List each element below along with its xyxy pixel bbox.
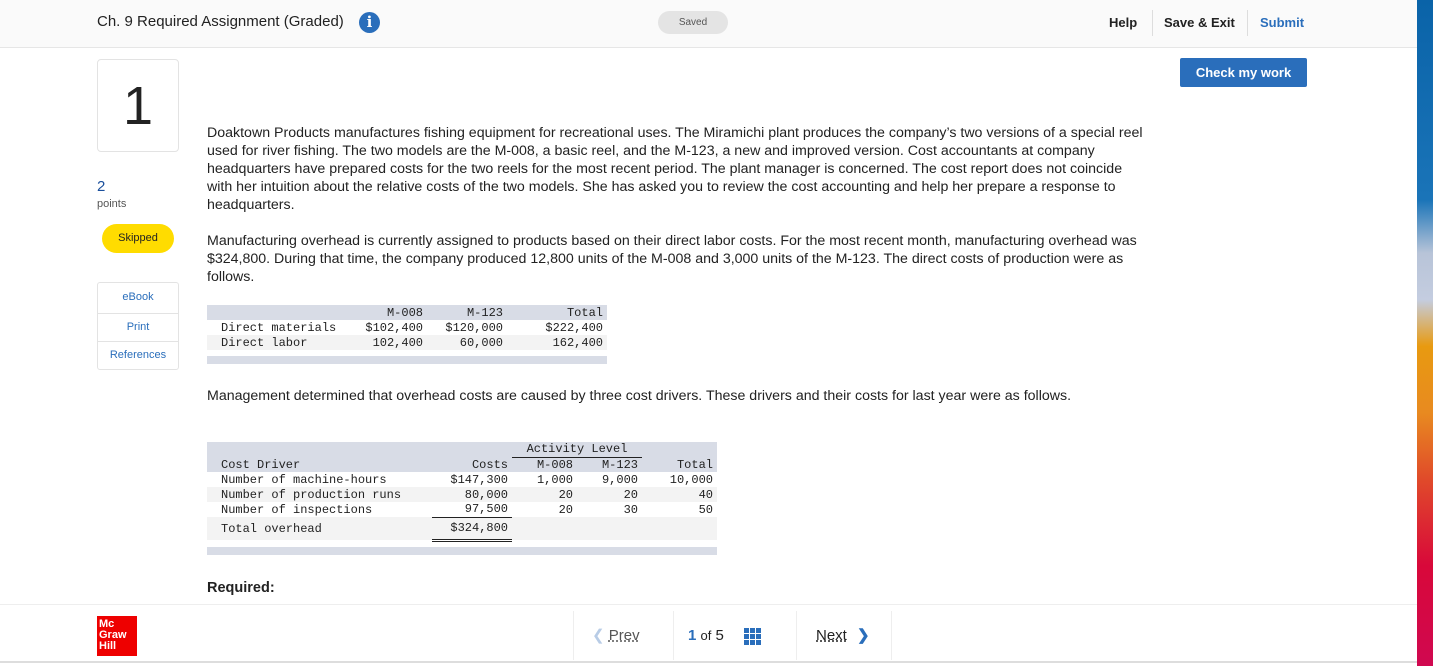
- resource-links: eBook Print References: [97, 282, 179, 370]
- cell: 97,500: [432, 502, 512, 518]
- cell: Number of production runs: [207, 487, 432, 502]
- grid-icon[interactable]: [744, 627, 762, 645]
- submit-button[interactable]: Submit: [1260, 15, 1304, 30]
- overhead-paragraph: Manufacturing overhead is currently assi…: [207, 233, 1137, 285]
- cell: 40: [642, 487, 717, 502]
- points-value: 2: [97, 178, 106, 195]
- help-link[interactable]: Help: [1109, 15, 1137, 30]
- header-cell: Total: [642, 457, 717, 472]
- skipped-badge: Skipped: [102, 224, 174, 253]
- cell: 102,400: [352, 335, 427, 350]
- table-row: Number of machine-hours $147,300 1,000 9,00…: [207, 472, 717, 487]
- check-my-work-button[interactable]: Check my work: [1180, 58, 1307, 87]
- cell: $120,000: [445, 320, 503, 335]
- cell: Direct labor: [207, 335, 352, 350]
- activity-level-header: Activity Level: [512, 442, 642, 458]
- total-row: Total overhead $324,800: [207, 517, 717, 542]
- saved-status-badge: Saved: [658, 11, 728, 34]
- divider: [1152, 10, 1153, 36]
- chevron-right-icon: ❯: [857, 627, 870, 644]
- chevron-left-icon: ❮: [592, 627, 605, 644]
- next-label: Next: [816, 627, 847, 644]
- table-row: Number of production runs 80,000 20 20 40: [207, 487, 717, 502]
- desktop-wallpaper: [1417, 0, 1433, 666]
- direct-costs-table: M-008 M-123 Total Direct materials $102,400…: [207, 305, 607, 364]
- cell: Number of machine-hours: [221, 472, 387, 487]
- cell: 60,000: [427, 335, 507, 350]
- cell: 1,000: [536, 472, 573, 487]
- references-link[interactable]: References: [98, 342, 178, 369]
- ebook-link[interactable]: eBook: [98, 283, 178, 314]
- points-label: points: [97, 198, 127, 210]
- prev-label: Prev: [608, 627, 640, 644]
- question-number: 1: [97, 59, 179, 152]
- info-icon[interactable]: i: [359, 12, 380, 33]
- divider: [1247, 10, 1248, 36]
- cost-drivers-paragraph: Management determined that overhead cost…: [207, 388, 1072, 404]
- cell: 50: [698, 502, 713, 517]
- cell: 80,000: [432, 487, 512, 502]
- cell: $102,400: [365, 320, 423, 335]
- footer: Mc Graw Hill ❮ Prev 1 of 5 Next ❯: [0, 604, 1417, 663]
- cost-drivers-table: Activity Level Cost Driver Costs M-008 M-12…: [207, 442, 717, 555]
- cell: 162,400: [507, 335, 607, 350]
- cell: 20: [512, 487, 577, 502]
- current-page: 1: [688, 627, 697, 644]
- cell: $324,800: [432, 517, 512, 542]
- header-cell: M-008: [352, 305, 427, 320]
- header-cell: Cost Driver: [207, 457, 432, 472]
- table-row: Direct labor 102,400 60,000 162,400: [207, 335, 607, 350]
- cell: Direct materials: [221, 320, 337, 335]
- required-heading: Required:: [207, 580, 275, 596]
- table-row: Number of inspections 97,500 20 30 50: [207, 502, 717, 518]
- intro-paragraph: Doaktown Products manufactures fishing e…: [207, 125, 1143, 213]
- cell: $147,300: [450, 472, 508, 487]
- next-button[interactable]: Next ❯: [796, 611, 892, 660]
- total-pages: 5: [715, 627, 724, 644]
- cell: Number of inspections: [221, 502, 373, 517]
- header-cell: M-123: [577, 457, 642, 472]
- cell: 10,000: [669, 472, 713, 487]
- assignment-title: Ch. 9 Required Assignment (Graded): [97, 13, 344, 30]
- header-cell: Costs: [432, 457, 512, 472]
- cell: $222,400: [545, 320, 603, 335]
- prev-button[interactable]: ❮ Prev: [573, 611, 673, 660]
- cell: 30: [623, 502, 638, 517]
- header-cell: [207, 305, 352, 320]
- cell: 9,000: [601, 472, 638, 487]
- header-cell: M-123: [427, 305, 507, 320]
- header-cell: M-008: [512, 457, 577, 472]
- of-label: of: [700, 628, 712, 643]
- cell: Total overhead: [207, 517, 432, 540]
- page-indicator[interactable]: 1 of 5: [673, 611, 796, 660]
- header-cell: Total: [507, 305, 607, 320]
- cell: 20: [577, 487, 642, 502]
- save-exit-button[interactable]: Save & Exit: [1164, 15, 1235, 30]
- print-link[interactable]: Print: [98, 314, 178, 342]
- cell: 20: [558, 502, 573, 517]
- mcgraw-hill-logo: Mc Graw Hill: [97, 616, 137, 656]
- table-row: Direct materials $102,400 $120,000 $222,400: [207, 320, 607, 335]
- header: Ch. 9 Required Assignment (Graded) i Sav…: [0, 0, 1417, 48]
